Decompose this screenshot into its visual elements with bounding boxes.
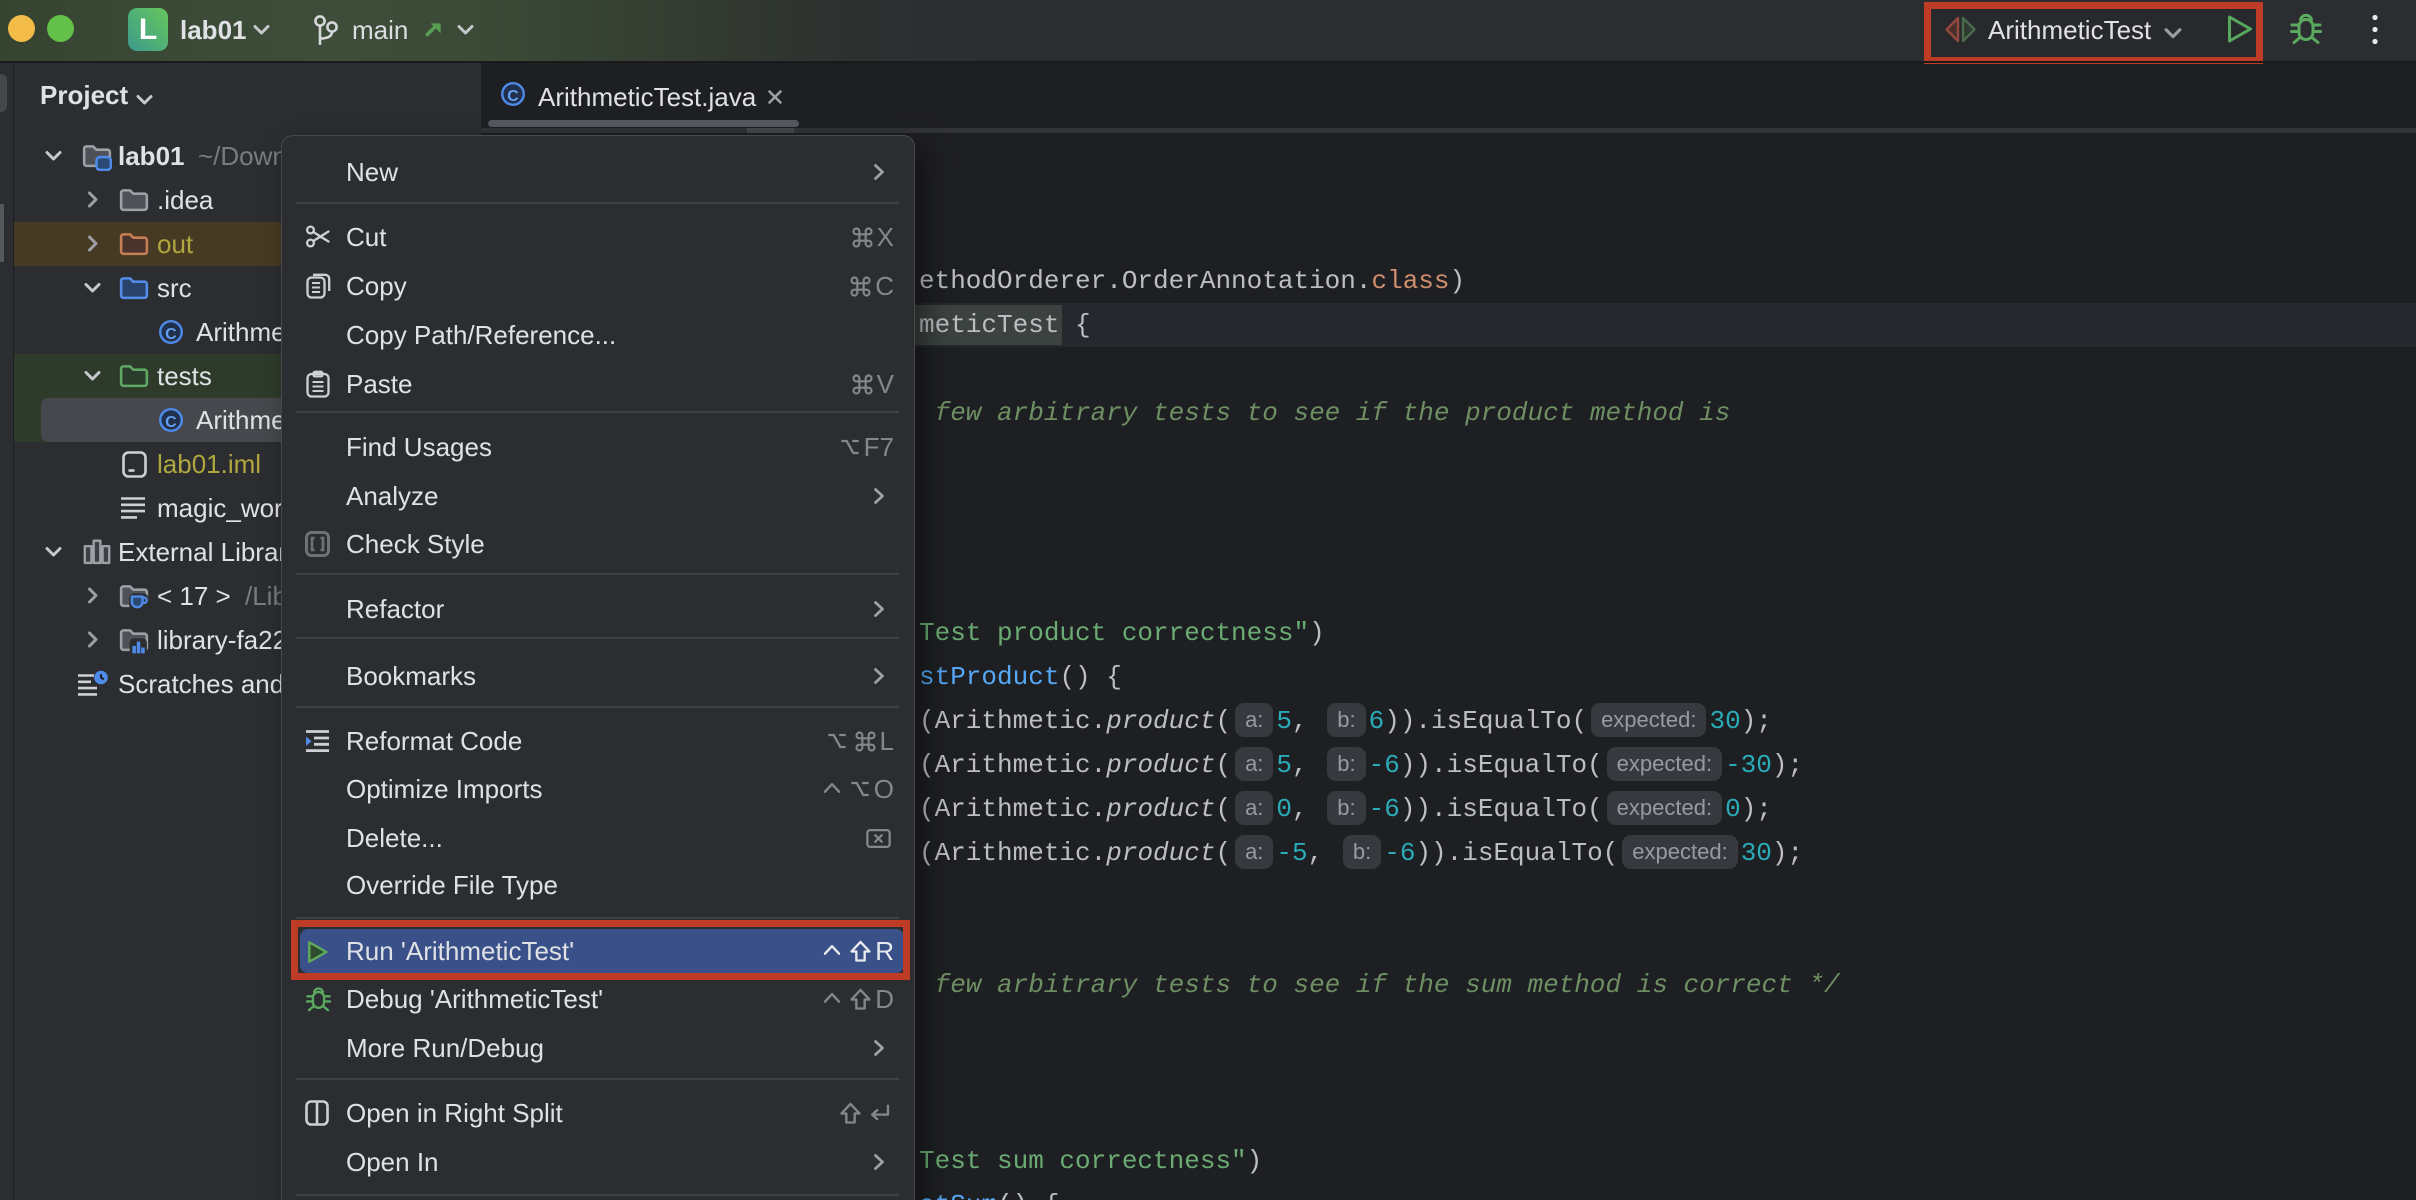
svg-text:C: C — [165, 326, 176, 343]
svg-text:C: C — [165, 414, 176, 431]
svg-text:C: C — [507, 88, 518, 105]
